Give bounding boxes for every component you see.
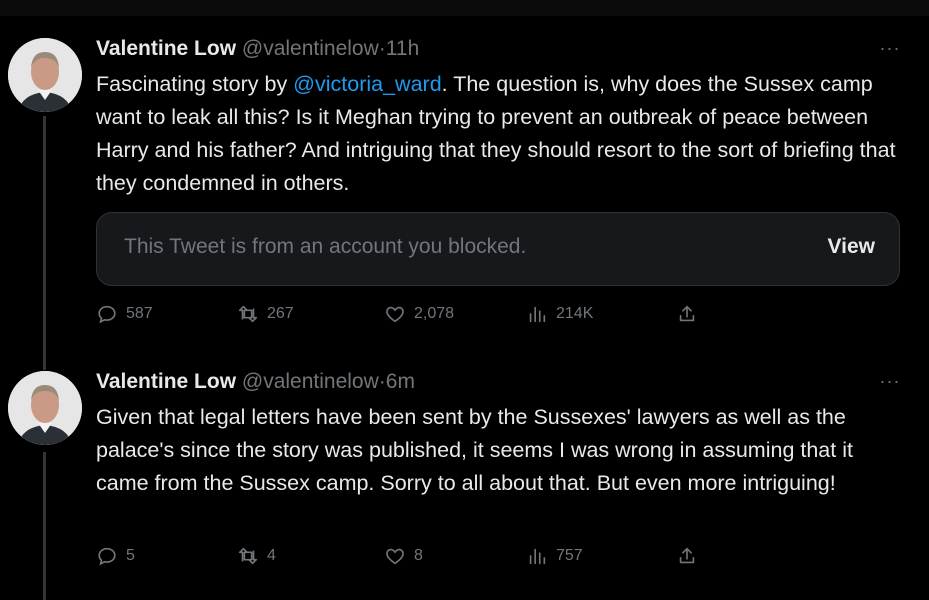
blocked-notice: This Tweet is from an account you blocke… (124, 235, 527, 258)
user-handle[interactable]: @valentinelow (242, 37, 379, 60)
like-button[interactable]: 2,078 (384, 303, 454, 325)
view-button[interactable]: View (828, 235, 875, 259)
display-name[interactable]: Valentine Low (96, 370, 236, 393)
like-button[interactable]: 8 (384, 545, 423, 567)
retweet-icon (238, 547, 258, 565)
retweet-count: 4 (267, 547, 276, 564)
share-button[interactable] (676, 545, 706, 567)
avatar[interactable] (8, 38, 82, 112)
views-button[interactable]: 757 (526, 545, 583, 567)
blocked-tweet-card: This Tweet is from an account you blocke… (96, 212, 900, 286)
separator-dot: · (378, 37, 386, 60)
separator-dot: · (378, 370, 386, 393)
like-count: 2,078 (414, 305, 455, 322)
views-icon (529, 306, 546, 323)
reply-button[interactable]: 587 (96, 303, 153, 325)
tweet-text: Given that legal letters have been sent … (96, 405, 853, 495)
thread-line (43, 116, 46, 370)
reply-count: 587 (126, 305, 153, 322)
heart-icon (386, 548, 404, 565)
share-icon (679, 305, 695, 322)
retweet-button[interactable]: 4 (237, 545, 276, 567)
views-button[interactable]: 214K (526, 303, 593, 325)
tweet-text: Fascinating story by @victoria_ward. The… (96, 68, 906, 200)
tweet-text-part: Fascinating story by (96, 72, 294, 96)
like-count: 8 (414, 547, 423, 564)
user-handle[interactable]: @valentinelow (242, 370, 379, 393)
reply-count: 5 (126, 547, 135, 564)
views-count: 214K (556, 305, 594, 322)
tweet-1[interactable]: Valentine Low @valentinelow·11h ··· Fasc… (0, 0, 929, 370)
tweet-header: Valentine Low @valentinelow·11h (96, 37, 419, 61)
reply-button[interactable]: 5 (96, 545, 135, 567)
mention-link[interactable]: @victoria_ward (293, 72, 441, 96)
action-bar: 587 267 2,078 214K (96, 303, 736, 333)
more-icon[interactable]: ··· (875, 38, 905, 58)
retweet-button[interactable]: 267 (237, 303, 294, 325)
display-name[interactable]: Valentine Low (96, 37, 236, 60)
views-count: 757 (556, 547, 583, 564)
avatar[interactable] (8, 371, 82, 445)
reply-icon (98, 305, 116, 324)
retweet-count: 267 (267, 305, 294, 322)
heart-icon (386, 306, 404, 323)
timestamp[interactable]: 6m (386, 370, 415, 393)
share-icon (679, 547, 695, 564)
thread-line (43, 452, 46, 600)
action-bar: 5 4 8 757 (96, 545, 736, 575)
timestamp[interactable]: 11h (386, 37, 419, 60)
reply-icon (98, 547, 116, 566)
tweet-2[interactable]: Valentine Low @valentinelow·6m ··· Given… (0, 350, 929, 600)
tweet-header: Valentine Low @valentinelow·6m (96, 370, 415, 394)
more-icon[interactable]: ··· (875, 371, 905, 391)
retweet-icon (238, 305, 258, 323)
share-button[interactable] (676, 303, 706, 325)
views-icon (529, 548, 546, 565)
